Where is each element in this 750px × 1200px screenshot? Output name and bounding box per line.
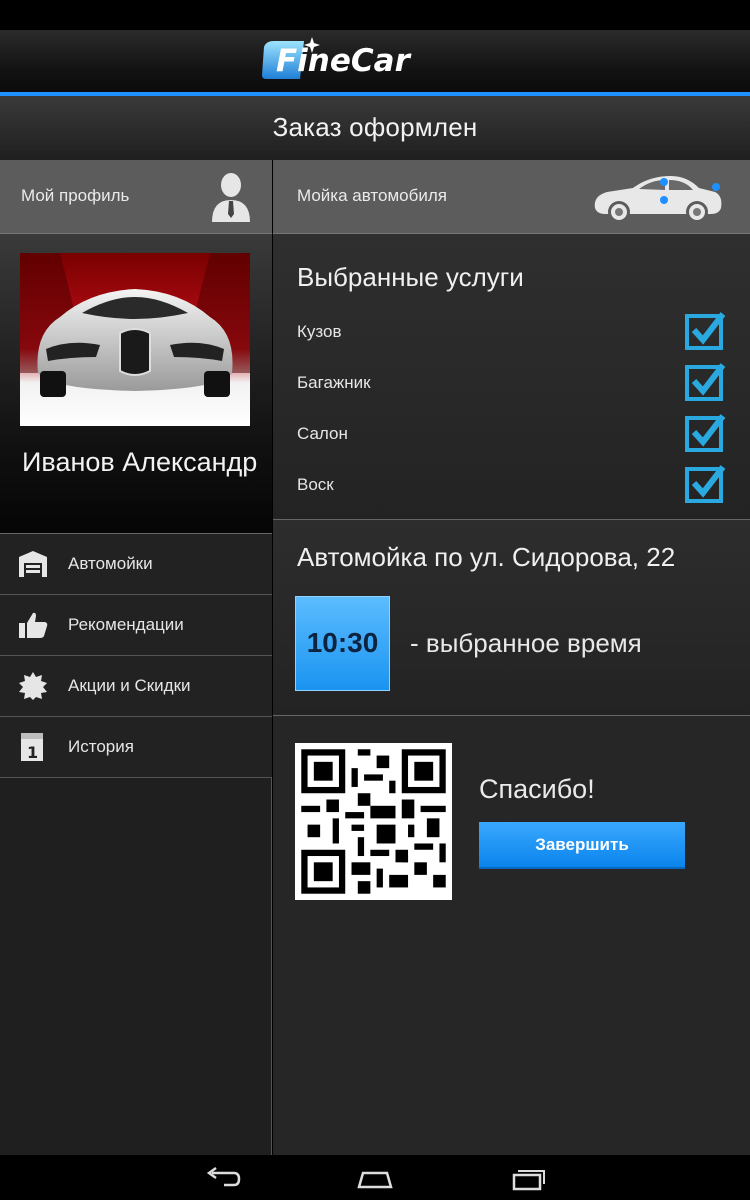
user-name: Иванов Александр — [22, 447, 258, 477]
starburst-icon — [19, 672, 47, 700]
back-icon[interactable] — [202, 1163, 242, 1193]
selected-services: Выбранные услуги Кузов Багажник Салон Во… — [273, 234, 750, 520]
status-bar — [0, 0, 750, 30]
recent-apps-icon[interactable] — [508, 1163, 548, 1193]
service-row: Багажник — [273, 361, 750, 401]
page-title: Заказ оформлен — [0, 96, 750, 160]
home-icon[interactable] — [355, 1163, 395, 1193]
service-checkbox[interactable] — [685, 414, 727, 452]
my-profile-header[interactable]: Мой профиль — [0, 160, 272, 234]
service-label: Багажник — [297, 373, 371, 392]
car-wash-label: Мойка автомобиля — [297, 186, 447, 205]
brand-logo: FineCar — [262, 37, 412, 79]
car-wash-address: Автомойка по ул. Сидорова, 22 — [297, 542, 676, 572]
sidebar-item-recommendations[interactable]: Рекомендации — [0, 595, 272, 656]
service-label: Салон — [297, 424, 348, 443]
sidebar: Мой профиль Иванов Александр Автомойки Р… — [0, 160, 272, 1155]
service-row: Салон — [273, 412, 750, 452]
service-label: Воск — [297, 475, 334, 494]
thumbs-up-icon — [19, 612, 48, 638]
service-checkbox[interactable] — [685, 312, 727, 350]
order-finish: Спасибо! Завершить — [273, 716, 750, 1155]
order-panel: Мойка автомобиля Выбранные услуги Кузов … — [273, 160, 750, 1155]
thank-you-text: Спасибо! — [479, 774, 595, 804]
finish-button[interactable]: Завершить — [479, 822, 685, 869]
selected-time-tile[interactable]: 10:30 — [295, 596, 390, 691]
service-checkbox[interactable] — [685, 363, 727, 401]
svg-text:1: 1 — [27, 743, 38, 762]
my-profile-label: Мой профиль — [21, 186, 130, 205]
car-wash-header[interactable]: Мойка автомобиля — [273, 160, 750, 234]
sidebar-item-label: Рекомендации — [68, 615, 184, 634]
logo-text: FineCar — [276, 43, 412, 79]
qr-code — [295, 743, 452, 900]
car-side-icon — [594, 176, 722, 223]
sidebar-item-promotions[interactable]: Акции и Скидки — [0, 656, 272, 717]
service-checkbox[interactable] — [685, 465, 727, 503]
service-row: Кузов — [273, 310, 750, 350]
service-row: Воск — [273, 463, 750, 503]
sidebar-item-label: Акции и Скидки — [68, 676, 191, 695]
app-header: FineCar — [0, 30, 750, 92]
sidebar-item-history[interactable]: 1 История — [0, 717, 272, 778]
user-avatar-icon — [212, 173, 250, 222]
service-label: Кузов — [297, 322, 342, 341]
selected-time-caption: - выбранное время — [410, 628, 642, 658]
profile-card: Иванов Александр — [0, 234, 272, 534]
services-title: Выбранные услуги — [297, 262, 524, 292]
sidebar-item-label: История — [68, 737, 134, 756]
garage-icon — [19, 551, 47, 577]
car-wash-details: Автомойка по ул. Сидорова, 22 10:30 - вы… — [273, 520, 750, 716]
system-nav-bar — [0, 1155, 750, 1200]
calendar-icon: 1 — [21, 733, 43, 762]
sidebar-item-car-washes[interactable]: Автомойки — [0, 534, 272, 595]
sidebar-item-label: Автомойки — [68, 554, 153, 573]
profile-car-photo — [20, 253, 250, 426]
